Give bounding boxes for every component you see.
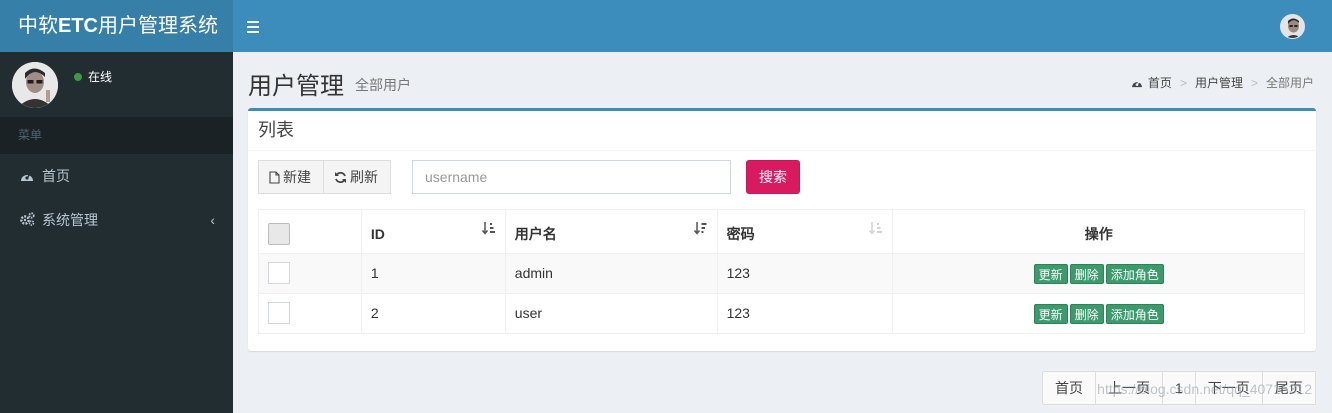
user-table: ID 用户名 密码 操作 1 admin 123 更新 删除 添加角色 2 us…: [258, 209, 1305, 334]
pagination: 首页 上一页 1 下一页 尾页: [1042, 371, 1316, 405]
cell-password: 123: [716, 253, 894, 294]
page-first-button[interactable]: 首页: [1042, 371, 1096, 405]
menu-header: 菜单: [0, 117, 233, 154]
delete-button[interactable]: 删除: [1069, 263, 1104, 284]
new-button[interactable]: 新建: [258, 160, 324, 194]
logo-prefix: 中软: [18, 15, 58, 37]
page-prev-button[interactable]: 上一页: [1095, 371, 1163, 405]
dashboard-icon: [20, 155, 36, 199]
breadcrumb: 首页 > 用户管理 > 全部用户: [1131, 74, 1314, 91]
sort-icon[interactable]: [869, 221, 883, 238]
user-panel: 在线: [0, 52, 233, 117]
add-role-button[interactable]: 添加角色: [1105, 263, 1164, 284]
page-title: 用户管理: [248, 73, 344, 100]
refresh-button-label: 刷新: [350, 169, 378, 185]
new-button-label: 新建: [283, 169, 311, 185]
delete-button[interactable]: 删除: [1069, 303, 1104, 324]
table-row: 1 admin 123 更新 删除 添加角色: [258, 253, 1305, 294]
toolbar: 新建 刷新: [258, 160, 391, 194]
sidebar-toggle-icon[interactable]: [247, 16, 261, 36]
file-icon: [269, 163, 280, 195]
content-header: 用户管理 全部用户 首页 > 用户管理 > 全部用户: [233, 52, 1332, 107]
cogs-icon: [20, 199, 36, 243]
page-last-button[interactable]: 尾页: [1261, 371, 1316, 405]
online-status: 在线: [74, 68, 112, 85]
cell-username: user: [504, 293, 718, 334]
online-dot-icon: [74, 73, 82, 81]
page-number-button[interactable]: 1: [1162, 371, 1196, 405]
table-row: 2 user 123 更新 删除 添加角色: [258, 293, 1305, 334]
breadcrumb-home[interactable]: 首页: [1148, 76, 1172, 90]
column-header-id[interactable]: ID: [360, 209, 506, 254]
row-select-cell: [258, 253, 362, 294]
search-button[interactable]: 搜索: [746, 160, 800, 194]
cell-username: admin: [504, 253, 718, 294]
logo-suffix: 用户管理系统: [98, 15, 218, 37]
sidebar-item-system[interactable]: 系统管理 ‹: [0, 198, 233, 242]
column-header-username[interactable]: 用户名: [504, 209, 718, 254]
column-header-actions: 操作: [892, 209, 1305, 254]
column-header-label: 用户名: [514, 225, 557, 242]
row-checkbox[interactable]: [268, 261, 290, 284]
cell-id: 2: [360, 293, 506, 334]
table-header-row: ID 用户名 密码 操作: [258, 209, 1305, 254]
dashboard-icon: [1131, 76, 1148, 90]
column-header-label: ID: [370, 225, 385, 242]
breadcrumb-current: 全部用户: [1265, 76, 1314, 90]
user-avatar-small[interactable]: [1280, 14, 1305, 39]
column-header-label: 密码: [726, 225, 755, 242]
app-logo[interactable]: 中软ETC用户管理系统: [0, 0, 233, 52]
update-button[interactable]: 更新: [1033, 263, 1068, 284]
add-role-button[interactable]: 添加角色: [1105, 303, 1164, 324]
sidebar-item-label: 系统管理: [42, 212, 98, 228]
cell-password: 123: [716, 293, 894, 334]
sidebar: 在线 菜单 首页 系统管理 ‹: [0, 52, 233, 413]
user-avatar[interactable]: [12, 62, 58, 108]
sidebar-item-home[interactable]: 首页: [0, 154, 233, 198]
online-label: 在线: [88, 70, 113, 84]
logo-bold: ETC: [58, 15, 98, 37]
row-checkbox[interactable]: [268, 301, 290, 324]
top-navbar: [233, 0, 1332, 52]
page-next-button[interactable]: 下一页: [1194, 371, 1263, 405]
update-button[interactable]: 更新: [1033, 303, 1068, 324]
breadcrumb-separator: >: [1179, 76, 1187, 90]
page-subtitle: 全部用户: [355, 77, 411, 93]
sort-desc-icon[interactable]: [693, 221, 708, 238]
cell-actions: 更新 删除 添加角色: [892, 293, 1305, 334]
column-header-password[interactable]: 密码: [716, 209, 894, 254]
list-box: 列表 新建 刷新 搜索 ID 用户名 密码 操作: [248, 108, 1316, 351]
select-all-cell: [258, 209, 362, 254]
refresh-button[interactable]: 刷新: [323, 160, 391, 194]
chevron-left-icon: ‹: [210, 212, 215, 228]
breadcrumb-separator: >: [1250, 76, 1258, 90]
select-all-checkbox[interactable]: [268, 222, 290, 245]
box-title: 列表: [248, 111, 1316, 151]
search-input[interactable]: [412, 160, 731, 194]
sort-asc-icon[interactable]: [481, 221, 496, 238]
cell-id: 1: [360, 253, 506, 294]
row-select-cell: [258, 293, 362, 334]
cell-actions: 更新 删除 添加角色: [892, 253, 1305, 294]
breadcrumb-user-mgmt[interactable]: 用户管理: [1195, 76, 1243, 90]
sidebar-item-label: 首页: [42, 168, 70, 184]
refresh-icon: [334, 163, 347, 195]
